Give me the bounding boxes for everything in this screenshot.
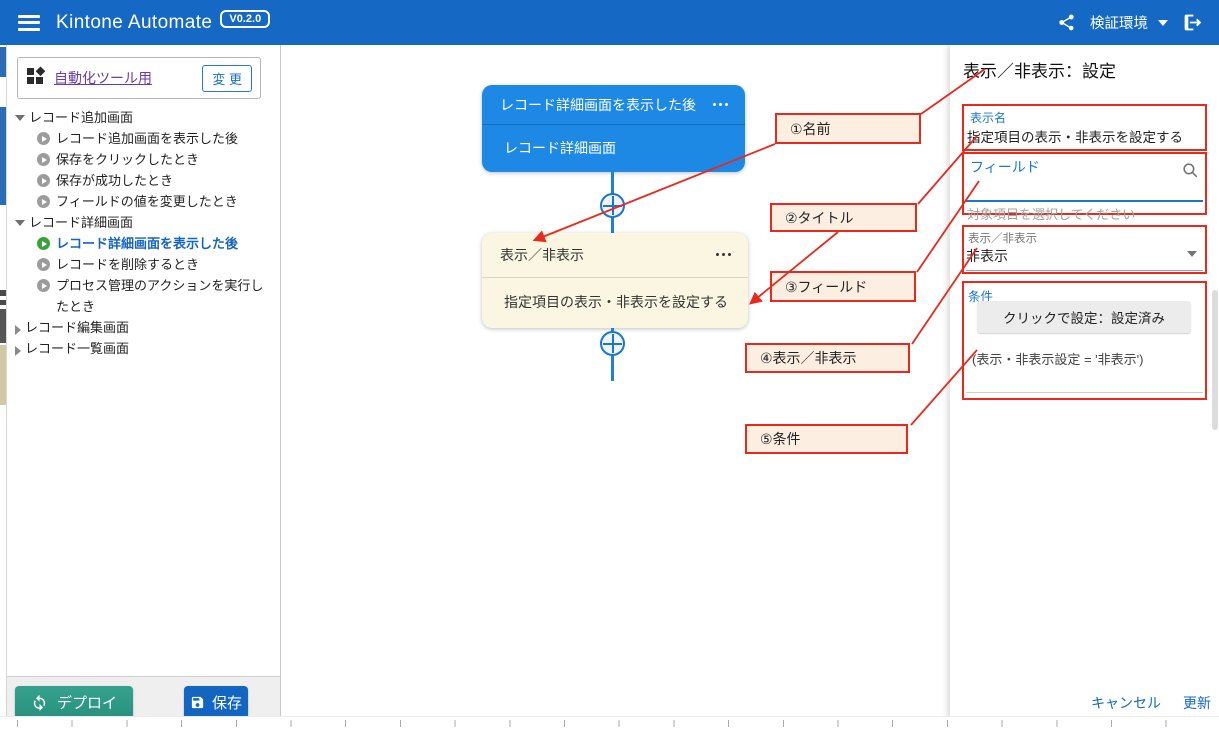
visibility-select[interactable]: 非表示 (966, 246, 1008, 266)
tree-group-record-detail[interactable]: レコード詳細画面 (11, 212, 273, 233)
play-icon (37, 132, 50, 145)
visibility-select-region: 表示／非表示 非表示 (962, 225, 1207, 274)
field-label: フィールド (970, 157, 1040, 177)
trigger-node-subtitle: レコード詳細画面 (482, 125, 745, 171)
tree-event[interactable]: レコード追加画面を表示した後 (11, 128, 273, 149)
condition-summary: (表示・非表示設定 = '非表示') (972, 349, 1143, 368)
sync-icon (31, 694, 48, 711)
visibility-label: 表示／非表示 (968, 230, 1037, 246)
action-node-subtitle: 指定項目の表示・非表示を設定する (482, 278, 748, 327)
app-window: Kintone Automate V0.2.0 検証環境 自動化ツール用 (0, 0, 1219, 729)
change-app-button[interactable]: 変 更 (202, 65, 252, 92)
search-icon[interactable] (1181, 161, 1200, 185)
trigger-node-title: レコード詳細画面を表示した後 (500, 97, 696, 113)
field-placeholder: 対象項目を選択してください (967, 204, 1135, 223)
play-icon (37, 195, 50, 208)
annotation-title: ②タイトル (770, 203, 917, 232)
add-step-icon[interactable] (600, 193, 625, 218)
tree-group-record-list[interactable]: レコード一覧画面 (11, 338, 273, 359)
save-button[interactable]: 保存 (184, 686, 248, 719)
condition-set-button[interactable]: クリックで設定：設定済み (977, 301, 1191, 333)
field-select-region: フィールド 対象項目を選択してください (962, 152, 1207, 215)
condition-region: 条件 クリックで設定：設定済み (表示・非表示設定 = '非表示') (962, 281, 1207, 400)
tree-collapse-icon[interactable] (15, 115, 25, 121)
flow-canvas[interactable]: レコード詳細画面を表示した後 レコード詳細画面 表示／非表示 指定項目の表示・非… (281, 45, 950, 729)
trigger-node[interactable]: レコード詳細画面を表示した後 レコード詳細画面 (482, 85, 745, 172)
deploy-button[interactable]: デプロイ (15, 686, 133, 719)
app-selector-box: 自動化ツール用 変 更 (17, 57, 261, 99)
tree-event[interactable]: 保存が成功したとき (11, 170, 273, 191)
tree-group-record-add[interactable]: レコード追加画面 (11, 107, 273, 128)
bottom-scroll-ruler (0, 716, 1219, 729)
annotation-field: ③フィールド (770, 271, 916, 302)
tree-event[interactable]: 保存をクリックしたとき (11, 149, 273, 170)
chevron-down-icon[interactable] (1187, 251, 1197, 257)
environment-selector[interactable]: 検証環境 (1090, 12, 1168, 33)
environment-label: 検証環境 (1090, 12, 1148, 33)
update-button[interactable]: 更新 (1183, 693, 1211, 713)
tree-expand-icon[interactable] (15, 325, 21, 335)
display-name-value[interactable]: 指定項目の表示・非表示を設定する (967, 126, 1183, 146)
action-node[interactable]: 表示／非表示 指定項目の表示・非表示を設定する (482, 233, 748, 328)
tree-expand-icon[interactable] (15, 346, 21, 356)
tree-event-active[interactable]: レコード詳細画面を表示した後 (11, 233, 273, 254)
more-options-icon[interactable] (713, 103, 729, 107)
field-input[interactable] (966, 200, 1203, 202)
app-name-link[interactable]: 自動化ツール用 (54, 68, 194, 88)
panel-title: 表示／非表示：設定 (963, 57, 1116, 82)
play-icon (37, 174, 50, 187)
cancel-button[interactable]: キャンセル (1091, 693, 1161, 713)
app-title: Kintone Automate (56, 12, 212, 34)
tree-event[interactable]: レコードを削除するとき (11, 254, 273, 275)
floppy-disk-icon (190, 695, 205, 710)
play-icon (37, 258, 50, 271)
tree-event[interactable]: フィールドの値を変更したとき (11, 191, 273, 212)
add-step-icon[interactable] (600, 331, 625, 356)
event-tree: レコード追加画面 レコード追加画面を表示した後 保存をクリックしたとき 保存が成… (11, 107, 273, 359)
play-icon-green (37, 237, 50, 250)
share-icon[interactable] (1057, 13, 1076, 32)
play-icon (37, 153, 50, 166)
tree-event[interactable]: プロセス管理のアクションを実行したとき (11, 275, 273, 317)
page-minimap-strip (0, 45, 7, 729)
divider (966, 392, 1203, 393)
annotation-name: ①名前 (775, 113, 921, 144)
panel-scrollbar[interactable] (1212, 290, 1218, 430)
tree-group-record-edit[interactable]: レコード編集画面 (11, 317, 273, 338)
select-underline (966, 270, 1203, 271)
sidebar: 自動化ツール用 変 更 レコード追加画面 レコード追加画面を表示した後 保存をク… (7, 45, 281, 729)
annotation-visibility: ④表示／非表示 (745, 343, 910, 373)
display-name-label: 表示名 (970, 109, 1006, 126)
action-node-title: 表示／非表示 (500, 247, 584, 263)
logout-icon[interactable] (1182, 12, 1203, 33)
settings-panel: 表示／非表示：設定 表示名 指定項目の表示・非表示を設定する フィールド 対象項… (950, 45, 1219, 729)
hamburger-menu-icon[interactable] (18, 15, 40, 31)
annotation-condition: ⑤条件 (745, 424, 908, 454)
version-badge: V0.2.0 (220, 10, 270, 28)
more-options-icon[interactable] (716, 253, 732, 257)
app-header: Kintone Automate V0.2.0 検証環境 (0, 0, 1219, 45)
chevron-down-icon (1158, 20, 1168, 26)
app-blocks-icon (26, 66, 46, 91)
play-icon (37, 279, 50, 292)
tree-collapse-icon[interactable] (15, 220, 25, 226)
display-name-region: 表示名 指定項目の表示・非表示を設定する (962, 104, 1207, 151)
